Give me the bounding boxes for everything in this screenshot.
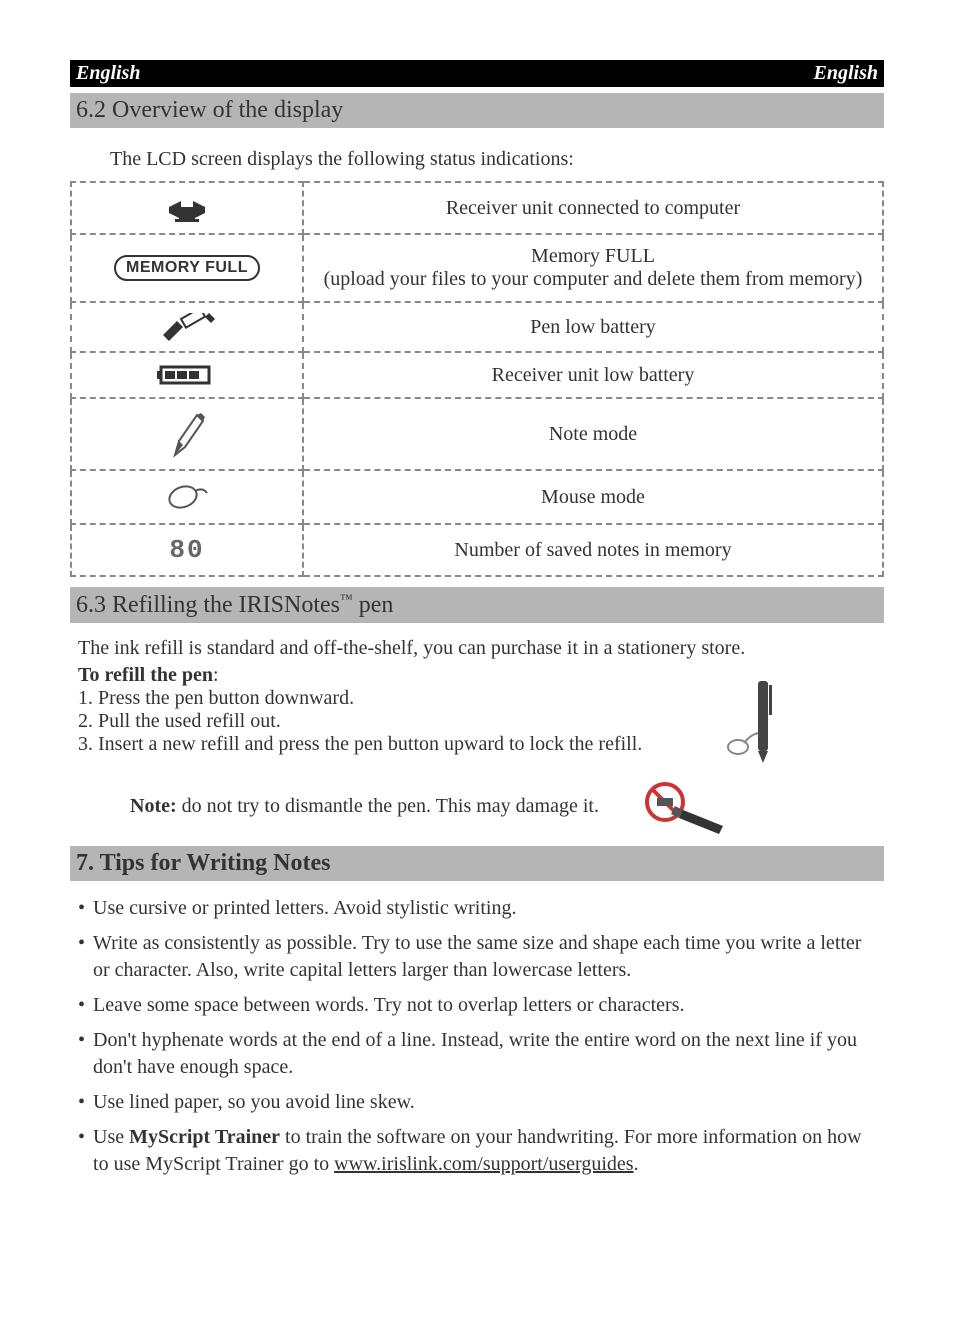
- userguides-link[interactable]: www.irislink.com/support/userguides: [334, 1153, 633, 1175]
- refill-intro: The ink refill is standard and off-the-s…: [78, 637, 876, 660]
- list-item: •Write as consistently as possible. Try …: [78, 930, 876, 984]
- table-row: MEMORY FULL Memory FULL (upload your fil…: [71, 234, 883, 302]
- note-mode-icon: [71, 398, 303, 470]
- pen-low-battery-icon: [71, 302, 303, 352]
- list-item: • Use MyScript Trainer to train the soft…: [78, 1124, 876, 1178]
- receiver-low-battery-desc: Receiver unit low battery: [303, 352, 883, 398]
- section-6-2-intro: The LCD screen displays the following st…: [110, 148, 884, 171]
- list-item: •Use cursive or printed letters. Avoid s…: [78, 895, 876, 922]
- pen-refill-illustration-icon: [724, 677, 794, 767]
- refill-label: To refill the pen: [78, 664, 213, 686]
- saved-notes-count-desc: Number of saved notes in memory: [303, 524, 883, 576]
- section-heading-6-3: 6.3 Refilling the IRISNotes™ pen: [70, 587, 884, 623]
- memory-full-icon: MEMORY FULL: [71, 234, 303, 302]
- list-item: •Use lined paper, so you avoid line skew…: [78, 1089, 876, 1116]
- receiver-low-battery-icon: [71, 352, 303, 398]
- mouse-mode-icon: [71, 470, 303, 524]
- table-row: Pen low battery: [71, 302, 883, 352]
- status-table: Receiver unit connected to computer MEMO…: [70, 181, 884, 577]
- table-row: 80 Number of saved notes in memory: [71, 524, 883, 576]
- receiver-connected-desc: Receiver unit connected to computer: [303, 182, 883, 234]
- section-heading-7: 7. Tips for Writing Notes: [70, 846, 884, 881]
- mouse-mode-desc: Mouse mode: [303, 470, 883, 524]
- section-heading-6-2: 6.2 Overview of the display: [70, 93, 884, 128]
- language-bar: English English: [70, 60, 884, 87]
- note-mode-desc: Note mode: [303, 398, 883, 470]
- list-item: •Leave some space between words. Try not…: [78, 992, 876, 1019]
- list-item: •Don't hyphenate words at the end of a l…: [78, 1027, 876, 1081]
- table-row: Mouse mode: [71, 470, 883, 524]
- lang-right: English: [814, 62, 878, 85]
- no-dismantle-icon: [639, 776, 729, 836]
- table-row: Receiver unit connected to computer: [71, 182, 883, 234]
- table-row: Receiver unit low battery: [71, 352, 883, 398]
- tips-list: •Use cursive or printed letters. Avoid s…: [78, 895, 876, 1178]
- receiver-connected-icon: [71, 182, 303, 234]
- table-row: Note mode: [71, 398, 883, 470]
- refill-note: Note: do not try to dismantle the pen. T…: [130, 776, 876, 836]
- memory-full-desc: Memory FULL (upload your files to your c…: [303, 234, 883, 302]
- lang-left: English: [76, 62, 140, 85]
- pen-low-battery-desc: Pen low battery: [303, 302, 883, 352]
- saved-notes-count-icon: 80: [71, 524, 303, 576]
